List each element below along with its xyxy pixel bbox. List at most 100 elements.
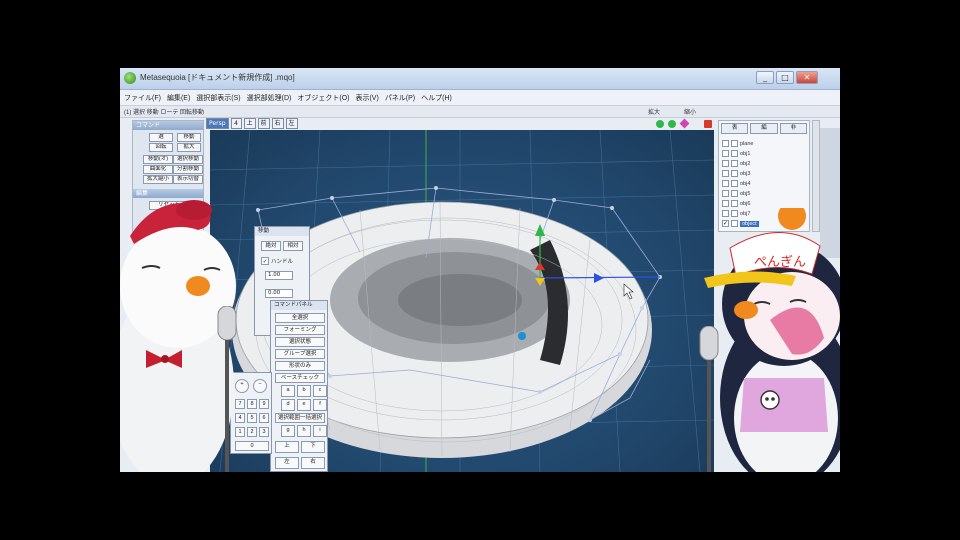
numpad-key[interactable]: 2 [247,427,257,437]
shape-only-button[interactable]: 形状のみ [275,361,325,371]
tab-front[interactable]: 前 [257,118,270,129]
object-lock-checkbox[interactable] [731,160,738,167]
object-name: obj2 [740,160,751,167]
object-hidden-header[interactable]: 非 [779,123,807,134]
object-visible-checkbox[interactable] [722,150,729,157]
toolbar-zoom-out[interactable]: 縮小 [684,107,696,116]
handle-checkbox[interactable]: ✓ [261,257,269,265]
object-row[interactable]: obj6 [722,199,804,208]
menu-object[interactable]: オブジェクト(O) [297,93,349,103]
numpad-key[interactable]: 8 [247,399,257,409]
command-scale-button[interactable]: 拡大 [177,143,201,152]
title-bar[interactable]: Metasequoia [ドキュメント新規作成] .mqo] _ □ ✕ [120,68,840,90]
object-visible-checkbox[interactable] [722,180,729,187]
grid-button[interactable]: c [313,385,327,397]
object-row[interactable]: plane [722,139,804,148]
numpad-key[interactable]: 5 [247,413,257,423]
base-check-button[interactable]: ベースチェック [275,373,325,383]
object-lock-checkbox[interactable] [731,190,738,197]
tab-left[interactable]: 左 [285,118,298,129]
grid-button[interactable]: d [281,399,295,411]
select-all-button[interactable]: 全選択 [275,313,325,323]
menu-panel[interactable]: パネル(P) [385,93,415,103]
menu-help[interactable]: ヘルプ(H) [421,93,452,103]
object-row[interactable]: obj4 [722,179,804,188]
menu-edit[interactable]: 編集(E) [167,93,190,103]
grid-button[interactable]: b [297,385,311,397]
red-square-icon[interactable] [704,120,712,128]
object-lock-checkbox[interactable] [731,170,738,177]
grid-button[interactable]: g [281,425,295,437]
numpad-key[interactable]: 0 [235,441,269,451]
command-select-move-button[interactable]: 選択移動 [173,155,203,164]
menu-select-display[interactable]: 選択部表示(S) [196,93,240,103]
command-scale-range-button[interactable]: 拡大縮小 [143,175,173,184]
batch-select-button[interactable]: 選択範囲一括選択 [275,413,325,423]
grid-button[interactable]: e [297,399,311,411]
selection-state-button[interactable]: 選択状態 [275,337,325,347]
object-visible-checkbox[interactable] [722,170,729,177]
relative-tab[interactable]: 相対 [283,241,303,251]
object-name: obj6 [740,200,751,207]
command-select-button[interactable]: 選 [149,133,173,142]
window-title: Metasequoia [ドキュメント新規作成] .mqo] [140,73,295,82]
group-select-button[interactable]: グループ選択 [275,349,325,359]
tab-perspective[interactable]: Persp [206,118,229,129]
command-obj-move-button[interactable]: 移動(オ) [143,155,173,164]
absolute-tab[interactable]: 絶対 [261,241,281,251]
forming-button[interactable]: フォーミング [275,325,325,335]
command-rotate-button[interactable]: 回転 [149,143,173,152]
command-toggle-button[interactable]: 表示切替 [173,175,203,184]
object-row[interactable]: obj5 [722,189,804,198]
green-axis-toggle-icon[interactable] [656,120,664,128]
tab-top[interactable]: 上 [243,118,256,129]
toolbar: (1) 選択 移動 ローテ 回転移動 拡大 縮小 [120,106,840,118]
maximize-button[interactable]: □ [776,71,794,84]
tab-right[interactable]: 右 [271,118,284,129]
toolbar-mode-text[interactable]: (1) 選択 移動 ローテ 回転移動 [124,107,204,116]
cap-lettering: ぺんぎん [754,255,806,270]
object-visible-checkbox[interactable] [722,160,729,167]
nav-right-button[interactable]: 右 [301,457,325,469]
tab-quad[interactable]: 4 [230,118,242,129]
numpad-key[interactable]: 9 [259,399,269,409]
grid-button[interactable]: a [281,385,295,397]
object-visible-checkbox[interactable] [722,140,729,147]
numpad-key[interactable]: 3 [259,427,269,437]
object-lock-checkbox[interactable] [731,150,738,157]
toolbar-zoom-in[interactable]: 拡大 [648,107,660,116]
minus-key[interactable]: − [253,379,267,393]
move-value-field-b[interactable]: 0.00 [265,289,293,298]
object-lock-checkbox[interactable] [731,180,738,187]
object-row[interactable]: obj2 [722,159,804,168]
grid-button[interactable]: i [313,425,327,437]
nav-left-button[interactable]: 左 [275,457,299,469]
close-button[interactable]: ✕ [796,71,818,84]
object-lock-checkbox[interactable] [731,200,738,207]
menu-file[interactable]: ファイル(F) [124,93,161,103]
magenta-diamond-icon[interactable] [679,118,690,129]
command-split-move-button[interactable]: 分割移動 [173,165,203,174]
nav-down-button[interactable]: 下 [301,441,325,453]
object-visible-checkbox[interactable] [722,190,729,197]
object-visible-header[interactable]: 表 [721,123,749,134]
object-lock-checkbox[interactable] [731,140,738,147]
command-panel-header: コマンド [133,121,203,130]
command-move-button[interactable]: 移動 [177,133,201,142]
menu-select-process[interactable]: 選択部処理(D) [247,93,292,103]
menu-view[interactable]: 表示(V) [355,93,378,103]
minimize-button[interactable]: _ [756,71,774,84]
numpad-key[interactable]: 6 [259,413,269,423]
object-row[interactable]: obj3 [722,169,804,178]
grid-button[interactable]: f [313,399,327,411]
move-value-field-a[interactable]: 1.00 [265,271,293,280]
object-row[interactable]: obj1 [722,149,804,158]
nav-up-button[interactable]: 上 [275,441,299,453]
grid-button[interactable]: h [297,425,311,437]
object-visible-checkbox[interactable] [722,200,729,207]
object-edit-header[interactable]: 編 [750,123,778,134]
command-smooth-button[interactable]: 曲面化 [143,165,173,174]
letterbox-bottom [0,472,960,540]
view-tabs: Persp 4 上 前 右 左 [206,118,298,129]
green-axis-toggle-2-icon[interactable] [668,120,676,128]
